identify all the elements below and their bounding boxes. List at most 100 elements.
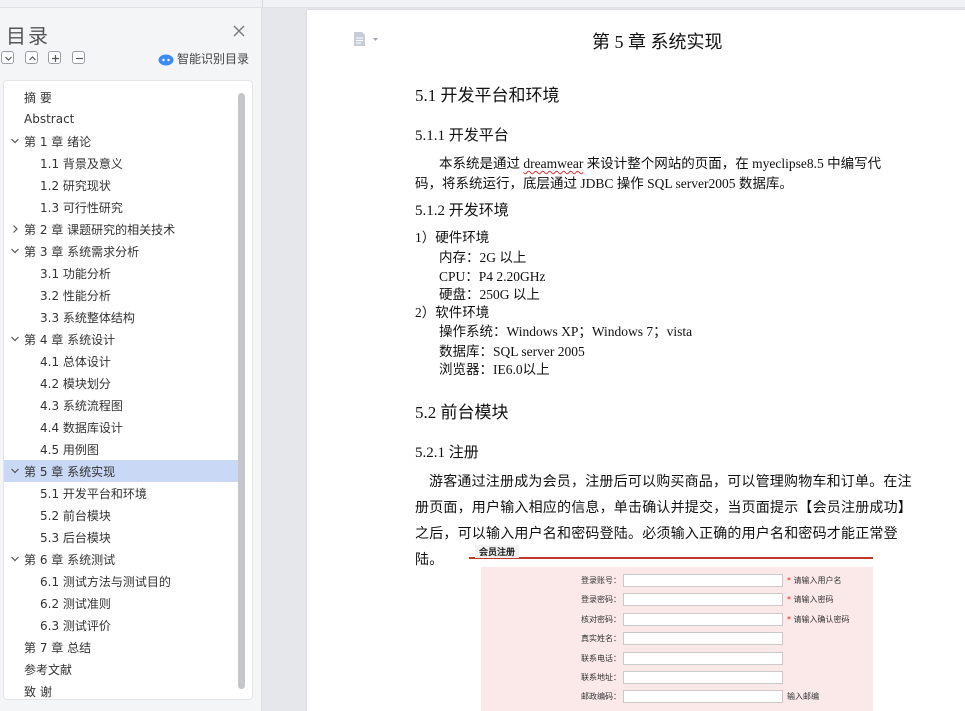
toc-item[interactable]: 3.3 系统整体结构	[4, 306, 240, 328]
toc-item[interactable]: 4.5 用例图	[4, 438, 240, 460]
toc-item-label: 4.5 用例图	[40, 442, 99, 457]
toc-item-label: 1.2 研究现状	[40, 178, 111, 193]
toc-item-label: 第 2 章 课题研究的相关技术	[24, 222, 176, 237]
paragraph-text: 本系统是通过	[439, 156, 524, 171]
top-strip	[0, 0, 965, 8]
register-form-title: 会员注册	[475, 545, 520, 558]
register-field-input	[623, 593, 783, 607]
chevron-down-icon[interactable]	[8, 460, 22, 482]
chevron-down-icon[interactable]	[8, 240, 22, 262]
toc-item[interactable]: 3.2 性能分析	[4, 284, 240, 306]
section-5-1-1-heading: 5.1.1 开发平台	[415, 128, 509, 144]
hint-text: 输入邮编	[787, 692, 819, 702]
dev-platform-paragraph-line1: 本系统是通过 dreamwear 来设计整个网站的页面，在 myeclipse8…	[439, 152, 881, 172]
section-5-1-heading: 5.1 开发平台和环境	[415, 86, 560, 105]
toc-item[interactable]: 第 7 章 总结	[4, 636, 240, 658]
toc-item[interactable]: 5.3 后台模块	[4, 526, 240, 548]
register-field-input	[623, 612, 783, 626]
toc-item[interactable]: 6.1 测试方法与测试目的	[4, 570, 240, 592]
toc-scrollbar[interactable]	[238, 93, 245, 689]
chevron-down-icon	[5, 56, 12, 61]
software-os: 操作系统：Windows XP；Windows 7；vista	[439, 324, 693, 339]
toc-item-label: 6.1 测试方法与测试目的	[40, 574, 171, 589]
software-env-title: 2）软件环境	[415, 305, 490, 320]
toc-item[interactable]: 4.3 系统流程图	[4, 394, 240, 416]
hardware-env-title: 1）硬件环境	[415, 230, 490, 245]
collapse-all-button[interactable]	[25, 51, 38, 64]
toc-item-label: 第 6 章 系统测试	[24, 552, 116, 567]
toc-item[interactable]: 4.4 数据库设计	[4, 416, 240, 438]
toc-item[interactable]: 参考文献	[4, 658, 240, 680]
document-area: 第 5 章 系统实现 5.1 开发平台和环境 5.1.1 开发平台 本系统是通过…	[263, 8, 965, 711]
document-page: 第 5 章 系统实现 5.1 开发平台和环境 5.1.1 开发平台 本系统是通过…	[307, 10, 965, 711]
toc-item-label: 5.2 前台模块	[40, 508, 111, 523]
toc-item-label: 4.3 系统流程图	[40, 398, 123, 413]
minus-icon	[76, 57, 83, 60]
toc-item-label: 6.2 测试准则	[40, 596, 111, 611]
dev-platform-paragraph-line2: 码，将系统运行，底层通过 JDBC 操作 SQL server2005 数据库。	[415, 176, 793, 191]
toc-item[interactable]: 第 2 章 课题研究的相关技术	[4, 218, 240, 240]
chevron-down-icon[interactable]	[8, 328, 22, 350]
expand-all-button[interactable]	[1, 51, 14, 64]
register-field-label: 登录密码：	[581, 595, 621, 605]
toc-item[interactable]: 摘 要	[4, 86, 240, 108]
toc-item-label: 参考文献	[24, 662, 73, 677]
register-form-body: 登录账号： * 请输入用户名登录密码： * 请输入密码核对密码： * 请输入确认密码真…	[481, 567, 873, 711]
toc-item-label: 4.4 数据库设计	[40, 420, 123, 435]
toc-item[interactable]: 1.1 背景及意义	[4, 152, 240, 174]
hardware-memory: 内存：2G 以上	[439, 250, 527, 265]
toc-item[interactable]: 6.3 测试评价	[4, 614, 240, 636]
register-form-row: 联系地址：	[481, 670, 873, 686]
toc-item[interactable]: 3.1 功能分析	[4, 262, 240, 284]
remove-heading-button[interactable]	[72, 51, 85, 64]
toc-item[interactable]: 第 3 章 系统需求分析	[4, 240, 240, 262]
add-heading-button[interactable]	[48, 51, 61, 64]
toc-item[interactable]: 第 1 章 绪论	[4, 130, 240, 152]
software-db: 数据库：SQL server 2005	[439, 344, 585, 359]
misspelled-word[interactable]: dreamwear	[523, 156, 583, 171]
chevron-down-icon[interactable]	[8, 548, 22, 570]
chevron-down-icon[interactable]	[8, 130, 22, 152]
toc-item[interactable]: Abstract	[4, 108, 240, 130]
toc-item[interactable]: 4.2 模块划分	[4, 372, 240, 394]
register-form-row: 登录账号： * 请输入用户名	[481, 573, 873, 589]
hardware-cpu: CPU：P4 2.20GHz	[439, 269, 546, 284]
toc-item-label: 3.1 功能分析	[40, 266, 111, 281]
document-menu-button[interactable]	[353, 31, 381, 47]
toc-item[interactable]: 第 5 章 系统实现	[4, 460, 240, 482]
toc-item[interactable]: 6.2 测试准则	[4, 592, 240, 614]
toc-item-label: 6.3 测试评价	[40, 618, 111, 633]
hint-text: 请输入确认密码	[793, 614, 850, 624]
toc-item-label: 第 1 章 绪论	[24, 134, 92, 149]
toc-item[interactable]: 1.2 研究现状	[4, 174, 240, 196]
chevron-up-icon	[29, 56, 36, 61]
toc-item[interactable]: 4.1 总体设计	[4, 350, 240, 372]
toc-item[interactable]: 1.3 可行性研究	[4, 196, 240, 218]
register-form-row: 真实姓名：	[481, 631, 873, 647]
chevron-right-icon[interactable]	[8, 218, 22, 240]
toc-sidebar: 目录 智能识别目录 摘 要 Abstract 第 1 章 绪论 1.1 背景及意义 1.…	[0, 8, 262, 711]
toc-item-label: 5.1 开发平台和环境	[40, 486, 147, 501]
toc-item[interactable]: 第 4 章 系统设计	[4, 328, 240, 350]
toc-panel: 摘 要 Abstract 第 1 章 绪论 1.1 背景及意义 1.2 研究现状 1.3 …	[3, 80, 253, 700]
register-field-hint: * 请输入密码	[787, 594, 834, 605]
register-form-row: 登录密码： * 请输入密码	[481, 592, 873, 608]
hardware-disk: 硬盘：250G 以上	[439, 287, 540, 302]
ai-recognize-toc-button[interactable]: 智能识别目录	[158, 50, 249, 67]
toc-item[interactable]: 5.1 开发平台和环境	[4, 482, 240, 504]
hint-text: 请输入密码	[793, 595, 834, 605]
toc-title: 目录	[6, 24, 50, 48]
register-form-row: 核对密码： * 请输入确认密码	[481, 612, 873, 628]
toc-item[interactable]: 第 6 章 系统测试	[4, 548, 240, 570]
register-field-hint: * 请输入确认密码	[787, 614, 850, 625]
register-form-row: 邮政编码： 输入邮编	[481, 689, 873, 705]
close-icon[interactable]	[232, 23, 246, 37]
toc-item-label: 1.3 可行性研究	[40, 200, 123, 215]
required-star: *	[787, 614, 791, 624]
register-form-header: 会员注册	[469, 545, 873, 559]
toc-item[interactable]: 致 谢	[4, 680, 240, 699]
register-field-input	[623, 574, 783, 587]
register-field-input	[623, 651, 783, 665]
tab-edge	[262, 0, 274, 8]
toc-item[interactable]: 5.2 前台模块	[4, 504, 240, 526]
